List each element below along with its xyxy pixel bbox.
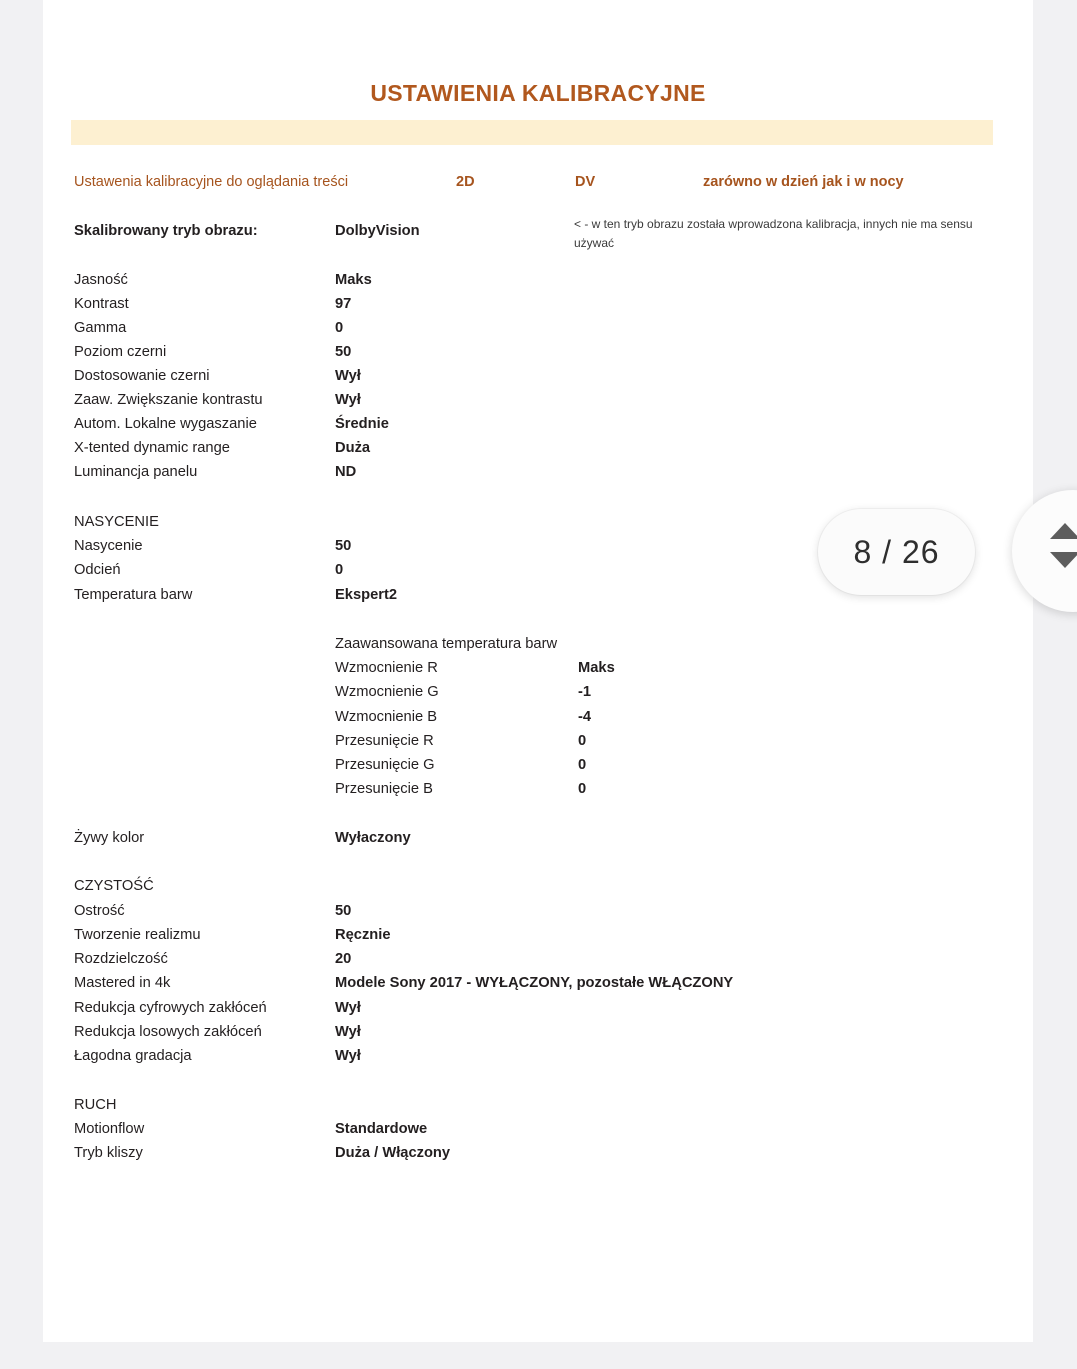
value-auto-local-dimming: Średnie xyxy=(335,416,389,432)
row-auto-local-dimming: Autom. Lokalne wygaszanie Średnie xyxy=(43,412,1033,436)
row-gamma: Gamma 0 xyxy=(43,316,1033,340)
label-brightness: Jasność xyxy=(74,272,128,288)
value-gain-r: Maks xyxy=(578,660,615,676)
row-reality-creation: Tworzenie realizmu Ręcznie xyxy=(43,923,1033,947)
label-advanced-heading: Zaawansowana temperatura barw xyxy=(335,636,558,652)
value-live-colour: Wyłaczony xyxy=(335,830,411,846)
value-panel-luminance: ND xyxy=(335,464,357,480)
value-xtended-dynamic-range: Duża xyxy=(335,440,371,456)
label-reality-creation: Tworzenie realizmu xyxy=(74,927,201,943)
row-gain-r: Wzmocnienie R Maks xyxy=(43,656,1033,680)
value-black-level: 50 xyxy=(335,344,352,360)
row-contrast: Kontrast 97 xyxy=(43,292,1033,316)
label-bias-g: Przesunięcie G xyxy=(335,757,435,773)
label-motionflow: Motionflow xyxy=(74,1121,145,1137)
value-digital-noise-reduction: Wył xyxy=(335,1000,361,1016)
value-random-noise-reduction: Wył xyxy=(335,1024,361,1040)
value-gamma: 0 xyxy=(335,320,344,336)
heading-advanced-color-temperature: Zaawansowana temperatura barw xyxy=(43,632,1033,656)
label-color-temperature: Temperatura barw xyxy=(74,587,193,603)
value-bias-b: 0 xyxy=(578,781,587,797)
label-gain-r: Wzmocnienie R xyxy=(335,660,438,676)
label-cinemotion: Tryb kliszy xyxy=(74,1145,143,1161)
row-resolution: Rozdzielczość 20 xyxy=(43,947,1033,971)
value-color-temperature: Ekspert2 xyxy=(335,587,398,603)
value-reality-creation: Ręcznie xyxy=(335,927,391,943)
label-digital-noise-reduction: Redukcja cyfrowych zakłóceń xyxy=(74,1000,267,1016)
value-hue: 0 xyxy=(335,562,344,578)
row-sharpness: Ostrość 50 xyxy=(43,899,1033,923)
label-bias-b: Przesunięcie B xyxy=(335,781,433,797)
value-motionflow: Standardowe xyxy=(335,1121,428,1137)
row-mastered-in-4k: Mastered in 4k Modele Sony 2017 - WYŁĄCZ… xyxy=(43,971,1033,995)
page-indicator: 8 / 26 xyxy=(818,509,975,595)
row-gain-b: Wzmocnienie B -4 xyxy=(43,705,1033,729)
label-hue: Odcień xyxy=(74,562,121,578)
document-page: USTAWIENIA KALIBRACYJNE Ustawenia kalibr… xyxy=(43,0,1033,1342)
value-contrast: 97 xyxy=(335,296,352,312)
label-bias-r: Przesunięcie R xyxy=(335,733,434,749)
label-saturation: Nasycenie xyxy=(74,538,143,554)
row-brightness: Jasność Maks xyxy=(43,268,1033,292)
settings-list: Skalibrowany tryb obrazu: DolbyVision < … xyxy=(43,0,1033,1342)
label-black-level: Poziom czerni xyxy=(74,344,167,360)
label-xtended-dynamic-range: X-tented dynamic range xyxy=(74,440,230,456)
label-live-colour: Żywy kolor xyxy=(74,830,145,846)
heading-clarity: CZYSTOŚĆ xyxy=(43,874,1033,898)
row-motionflow: Motionflow Standardowe xyxy=(43,1117,1033,1141)
label-sharpness: Ostrość xyxy=(74,903,125,919)
value-saturation: 50 xyxy=(335,538,352,554)
label-smooth-gradation: Łagodna gradacja xyxy=(74,1048,192,1064)
row-random-noise-reduction: Redukcja losowych zakłóceń Wył xyxy=(43,1020,1033,1044)
row-black-level: Poziom czerni 50 xyxy=(43,340,1033,364)
value-gain-b: -4 xyxy=(578,709,592,725)
value-calibrated-mode: DolbyVision xyxy=(335,223,420,239)
row-xtended-dynamic-range: X-tented dynamic range Duża xyxy=(43,436,1033,460)
page-indicator-label: 8 / 26 xyxy=(853,533,940,570)
row-digital-noise-reduction: Redukcja cyfrowych zakłóceń Wył xyxy=(43,996,1033,1020)
label-gamma: Gamma xyxy=(74,320,127,336)
label-calibrated-mode: Skalibrowany tryb obrazu: xyxy=(74,223,258,239)
value-brightness: Maks xyxy=(335,272,372,288)
label-adv-contrast-enhancer: Zaaw. Zwiększanie kontrastu xyxy=(74,392,263,408)
value-gain-g: -1 xyxy=(578,684,592,700)
row-gain-g: Wzmocnienie G -1 xyxy=(43,680,1033,704)
label-clarity-heading: CZYSTOŚĆ xyxy=(74,878,154,894)
row-bias-b: Przesunięcie B 0 xyxy=(43,777,1033,801)
row-black-adjust: Dostosowanie czerni Wył xyxy=(43,364,1033,388)
heading-motion: RUCH xyxy=(43,1093,1033,1117)
row-bias-g: Przesunięcie G 0 xyxy=(43,753,1033,777)
value-black-adjust: Wył xyxy=(335,368,361,384)
value-cinemotion: Duża / Włączony xyxy=(335,1145,451,1161)
label-random-noise-reduction: Redukcja losowych zakłóceń xyxy=(74,1024,262,1040)
calibration-note: < - w ten tryb obrazu została wprowadzon… xyxy=(574,217,973,250)
label-gain-g: Wzmocnienie G xyxy=(335,684,439,700)
chevron-down-icon[interactable] xyxy=(1050,552,1077,568)
label-black-adjust: Dostosowanie czerni xyxy=(74,368,210,384)
label-auto-local-dimming: Autom. Lokalne wygaszanie xyxy=(74,416,257,432)
row-adv-contrast-enhancer: Zaaw. Zwiększanie kontrastu Wył xyxy=(43,388,1033,412)
label-contrast: Kontrast xyxy=(74,296,129,312)
row-cinemotion: Tryb kliszy Duża / Włączony xyxy=(43,1141,1033,1165)
value-smooth-gradation: Wył xyxy=(335,1048,361,1064)
label-resolution: Rozdzielczość xyxy=(74,951,168,967)
label-panel-luminance: Luminancja panelu xyxy=(74,464,198,480)
label-motion-heading: RUCH xyxy=(74,1097,117,1113)
label-saturation-heading: NASYCENIE xyxy=(74,514,159,530)
row-bias-r: Przesunięcie R 0 xyxy=(43,729,1033,753)
label-gain-b: Wzmocnienie B xyxy=(335,709,438,725)
value-bias-r: 0 xyxy=(578,733,587,749)
row-live-colour: Żywy kolor Wyłaczony xyxy=(43,826,1033,850)
row-panel-luminance: Luminancja panelu ND xyxy=(43,460,1033,484)
value-resolution: 20 xyxy=(335,951,352,967)
chevron-up-icon[interactable] xyxy=(1050,523,1077,539)
value-bias-g: 0 xyxy=(578,757,587,773)
value-sharpness: 50 xyxy=(335,903,352,919)
row-smooth-gradation: Łagodna gradacja Wył xyxy=(43,1044,1033,1068)
label-mastered-in-4k: Mastered in 4k xyxy=(74,975,171,991)
value-adv-contrast-enhancer: Wył xyxy=(335,392,361,408)
value-mastered-in-4k: Modele Sony 2017 - WYŁĄCZONY, pozostałe … xyxy=(335,975,734,991)
